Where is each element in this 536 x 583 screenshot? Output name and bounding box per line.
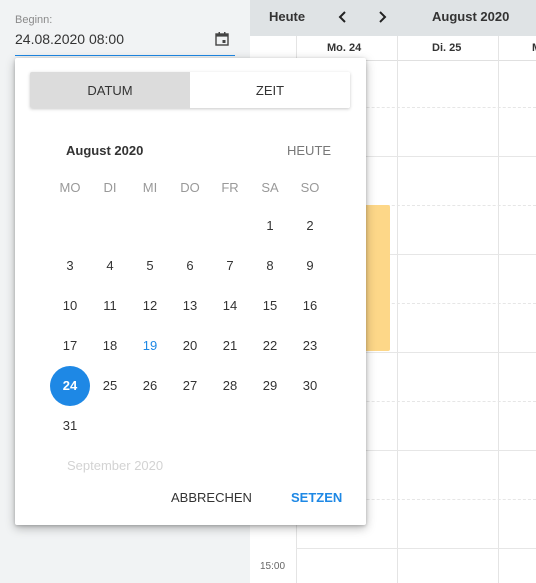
tab-date[interactable]: DATUM: [30, 72, 190, 108]
calendar-title: August 2020: [432, 9, 510, 24]
calendar-toolbar: Heute August 2020: [250, 0, 536, 36]
next-month-label: September 2020: [67, 458, 164, 473]
day-cell[interactable]: 2: [290, 206, 330, 246]
day-cell[interactable]: 6: [170, 246, 210, 286]
day-cell[interactable]: 13: [170, 286, 210, 326]
slot-line: [296, 548, 536, 549]
day-cell[interactable]: 3: [50, 246, 90, 286]
day-cell[interactable]: 7: [210, 246, 250, 286]
cancel-button[interactable]: ABBRECHEN: [171, 490, 252, 505]
day-cell[interactable]: 27: [170, 366, 210, 406]
day-cell[interactable]: 26: [130, 366, 170, 406]
day-cell[interactable]: 1: [250, 206, 290, 246]
day-cell[interactable]: 17: [50, 326, 90, 366]
chevron-left-icon[interactable]: [336, 8, 350, 26]
begin-datetime-field[interactable]: 24.08.2020 08:00: [15, 31, 124, 47]
weekday-label: FR: [221, 180, 239, 195]
set-button[interactable]: SETZEN: [291, 490, 342, 505]
month-title: August 2020: [66, 143, 144, 158]
day-cell[interactable]: 31: [50, 406, 90, 446]
weekday-label: SA: [261, 180, 279, 195]
day-cell[interactable]: 21: [210, 326, 250, 366]
day-cell[interactable]: 10: [50, 286, 90, 326]
date-picker-popup: DATUM ZEIT August 2020 HEUTE MO DI MI DO FR S…: [15, 58, 366, 525]
weekday-label: MI: [142, 180, 158, 195]
calendar-icon[interactable]: [214, 31, 230, 47]
column-header[interactable]: M: [532, 42, 536, 54]
weekday-label: SO: [300, 180, 320, 195]
day-cell[interactable]: 11: [90, 286, 130, 326]
day-cell[interactable]: 22: [250, 326, 290, 366]
day-divider: [397, 36, 398, 583]
selected-day[interactable]: 24: [50, 366, 90, 406]
day-cell[interactable]: 28: [210, 366, 250, 406]
day-cell[interactable]: 16: [290, 286, 330, 326]
chevron-right-icon[interactable]: [375, 8, 389, 26]
day-cell[interactable]: 25: [90, 366, 130, 406]
day-cell[interactable]: 4: [90, 246, 130, 286]
day-cell[interactable]: 5: [130, 246, 170, 286]
day-cell[interactable]: 18: [90, 326, 130, 366]
day-cell[interactable]: 23: [290, 326, 330, 366]
weekday-label: DO: [180, 180, 200, 195]
day-cell[interactable]: 9: [290, 246, 330, 286]
day-cell[interactable]: 19: [130, 326, 170, 366]
date-time-toggle: DATUM ZEIT: [30, 72, 350, 108]
column-header[interactable]: Mo. 24: [327, 42, 361, 54]
day-cell[interactable]: 20: [170, 326, 210, 366]
day-cell[interactable]: 12: [130, 286, 170, 326]
day-cell[interactable]: 29: [250, 366, 290, 406]
day-cell[interactable]: 15: [250, 286, 290, 326]
day-cell[interactable]: 30: [290, 366, 330, 406]
begin-label: Beginn:: [15, 14, 53, 26]
tab-time[interactable]: ZEIT: [190, 72, 350, 108]
today-button[interactable]: Heute: [269, 9, 305, 24]
column-header[interactable]: Di. 25: [432, 42, 461, 54]
time-label: 15:00: [260, 561, 286, 572]
weekday-label: MO: [59, 180, 81, 195]
day-cell[interactable]: 8: [250, 246, 290, 286]
weekday-label: DI: [103, 180, 117, 195]
day-cell[interactable]: 14: [210, 286, 250, 326]
field-underline: [15, 55, 235, 56]
today-link[interactable]: HEUTE: [287, 143, 331, 158]
day-divider: [498, 36, 499, 583]
